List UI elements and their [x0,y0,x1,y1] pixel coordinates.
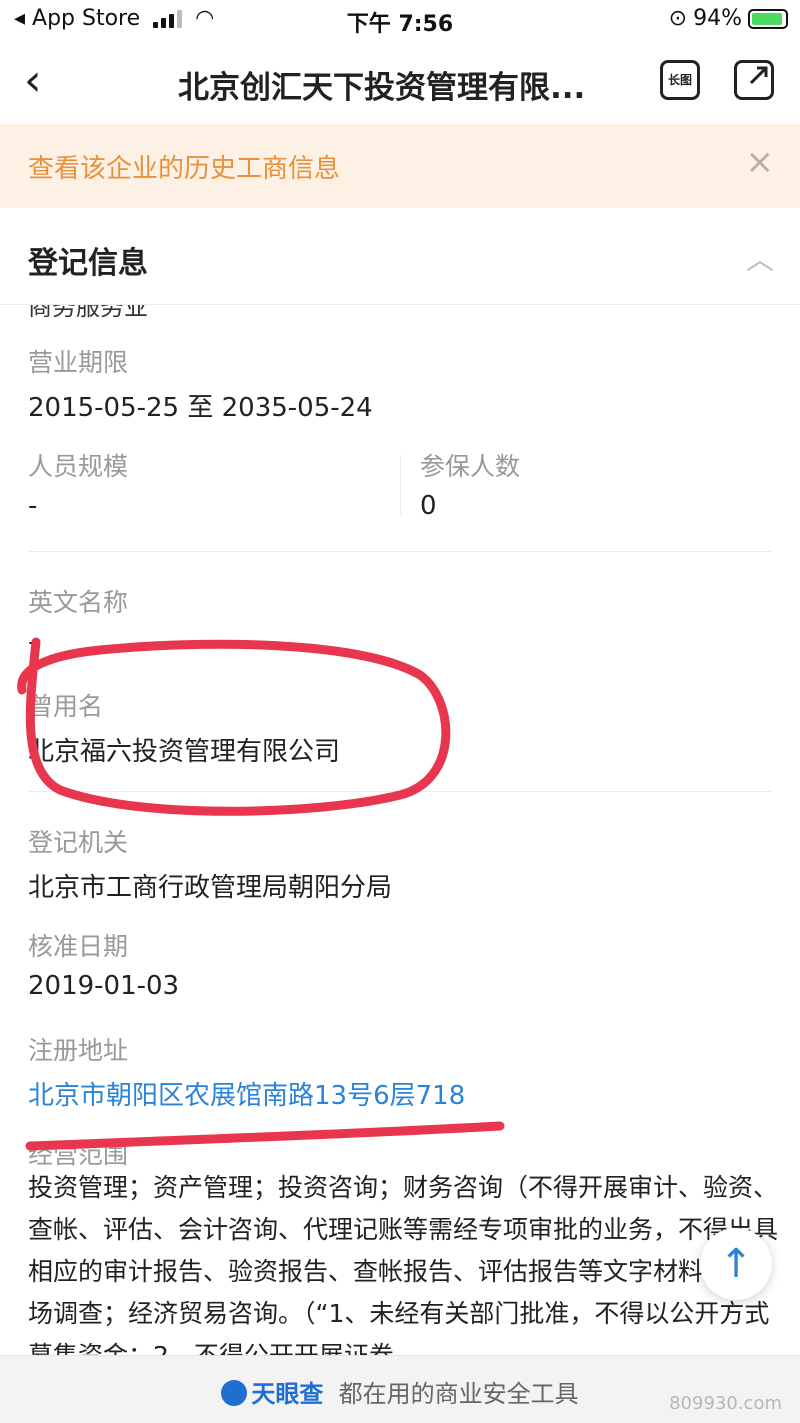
chevron-up-icon[interactable]: ︿ [746,238,774,278]
english-name-label: 英文名称 [28,588,129,617]
page-title: 北京创汇天下投资管理有限... [178,70,586,106]
divider [28,791,772,792]
business-period-label: 营业期限 [28,348,129,377]
registered-address-label: 注册地址 [28,1036,129,1065]
staff-size-label: 人员规模 [28,452,129,481]
registration-section-header[interactable]: 登记信息 ︿ [0,208,800,305]
orientation-lock-icon: ⊙ [668,6,688,31]
long-image-button[interactable]: 长图 [660,60,700,100]
approval-date-label: 核准日期 [28,932,129,961]
approval-date-value: 2019-01-03 [28,971,180,1001]
column-divider [400,455,401,515]
staff-size-value: - [28,491,38,521]
share-button[interactable] [734,60,774,100]
battery-percent: 94% [693,6,742,31]
battery-icon [748,8,788,29]
insured-count-label: 参保人数 [420,452,521,481]
status-bar: ◂ App Store ◠ 下午 7:56 ⊙ 94% [0,0,800,42]
former-name-value: 北京福六投资管理有限公司 [28,737,341,767]
registered-address-link[interactable]: 北京市朝阳区农展馆南路13号6层718 [28,1075,465,1112]
industry-value: 商务服务业 [28,305,148,321]
insured-count-value: 0 [420,491,437,521]
history-info-link[interactable]: 查看该企业的历史工商信息 [28,148,340,185]
registration-content[interactable]: 商务服务业 营业期限 2015-05-25 至 2035-05-24 人员规模 … [0,305,800,1355]
business-scope-value: 投资管理；资产管理；投资咨询；财务咨询（不得开展审计、验资、查帐、评估、会计咨询… [28,1173,779,1355]
tianyancha-logo-icon [221,1380,248,1406]
history-info-banner[interactable]: 查看该企业的历史工商信息 × [0,124,800,208]
english-name-value: - [28,627,38,657]
registration-authority-label: 登记机关 [28,828,129,857]
back-to-top-button[interactable]: ↑ [700,1228,772,1300]
footer-slogan: 都在用的商业安全工具 [338,1380,579,1408]
former-name-label: 曾用名 [28,692,104,721]
share-icon [749,66,768,85]
divider [28,551,772,552]
watermark: 809930.com [669,1393,782,1414]
back-button[interactable]: ‹ [24,56,42,106]
nav-bar: ‹ 北京创汇天下投资管理有限... 长图 [0,42,800,124]
brand-name: 天眼查 [251,1380,324,1408]
close-icon[interactable]: × [746,142,775,182]
business-period-value: 2015-05-25 至 2035-05-24 [28,393,373,423]
section-title: 登记信息 [28,246,148,281]
battery-fill [752,12,783,25]
status-right: ⊙ 94% [669,6,788,31]
registration-authority-value: 北京市工商行政管理局朝阳分局 [28,873,393,903]
business-scope-label: 经营范围 [28,1140,129,1169]
